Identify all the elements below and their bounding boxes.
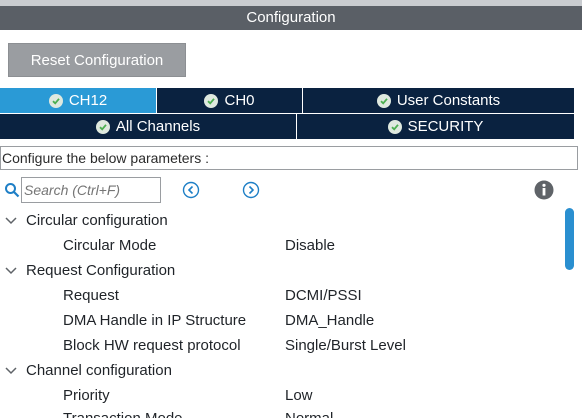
param-label: DMA Handle in IP Structure	[63, 312, 247, 329]
checkmark-icon	[387, 119, 402, 134]
param-label: Request	[63, 287, 119, 304]
param-label: Priority	[63, 387, 110, 404]
previous-arrow-icon[interactable]	[182, 181, 200, 199]
info-icon[interactable]	[534, 180, 554, 200]
tab-ch12[interactable]: CH12	[0, 88, 157, 113]
param-value[interactable]: DMA_Handle	[285, 308, 374, 333]
param-label: Transaction Mode	[63, 406, 183, 418]
tab-security[interactable]: SECURITY	[297, 114, 575, 139]
search-input[interactable]	[21, 177, 161, 203]
param-label: Block HW request protocol	[63, 337, 241, 354]
param-label: Circular Mode	[63, 237, 157, 254]
group-channel-configuration[interactable]: Channel configuration	[0, 358, 560, 383]
tab-label: CH0	[224, 92, 255, 109]
chevron-down-icon[interactable]	[4, 266, 18, 276]
tab-label: SECURITY	[407, 118, 484, 135]
vertical-scrollbar-thumb[interactable]	[565, 208, 574, 270]
next-arrow-icon[interactable]	[242, 181, 260, 199]
group-label: Channel configuration	[26, 362, 172, 379]
tab-ch0[interactable]: CH0	[157, 88, 303, 113]
param-value[interactable]: Normal	[285, 406, 333, 418]
param-value[interactable]: Disable	[285, 233, 335, 258]
checkmark-icon	[48, 93, 63, 108]
parameters-header: Configure the below parameters :	[0, 146, 578, 170]
group-circular-configuration[interactable]: Circular configuration	[0, 208, 560, 233]
reset-configuration-button[interactable]: Reset Configuration	[8, 43, 186, 77]
search-icon[interactable]	[4, 182, 20, 198]
group-label: Request Configuration	[26, 262, 176, 279]
chevron-down-icon[interactable]	[4, 366, 18, 376]
checkmark-icon	[95, 119, 110, 134]
checkmark-icon	[376, 93, 391, 108]
window-title: Configuration	[0, 6, 582, 30]
tab-user-constants[interactable]: User Constants	[303, 88, 575, 113]
param-row-block-hw-request-protocol[interactable]: Block HW request protocol Single/Burst L…	[0, 333, 560, 358]
tab-label: All Channels	[115, 118, 201, 135]
param-value[interactable]: Low	[285, 383, 313, 408]
tab-label: User Constants	[396, 92, 501, 109]
tab-all-channels[interactable]: All Channels	[0, 114, 297, 139]
group-label: Circular configuration	[26, 212, 168, 229]
param-row-circular-mode[interactable]: Circular Mode Disable	[0, 233, 560, 258]
param-row-transaction-mode[interactable]: Transaction Mode Normal	[0, 406, 560, 418]
tab-label: CH12	[68, 92, 108, 109]
param-value[interactable]: Single/Burst Level	[285, 333, 406, 358]
param-row-dma-handle[interactable]: DMA Handle in IP Structure DMA_Handle	[0, 308, 560, 333]
param-row-request[interactable]: Request DCMI/PSSI	[0, 283, 560, 308]
param-value[interactable]: DCMI/PSSI	[285, 283, 362, 308]
chevron-down-icon[interactable]	[4, 216, 18, 226]
param-row-priority[interactable]: Priority Low	[0, 383, 560, 408]
group-request-configuration[interactable]: Request Configuration	[0, 258, 560, 283]
checkmark-icon	[204, 93, 219, 108]
